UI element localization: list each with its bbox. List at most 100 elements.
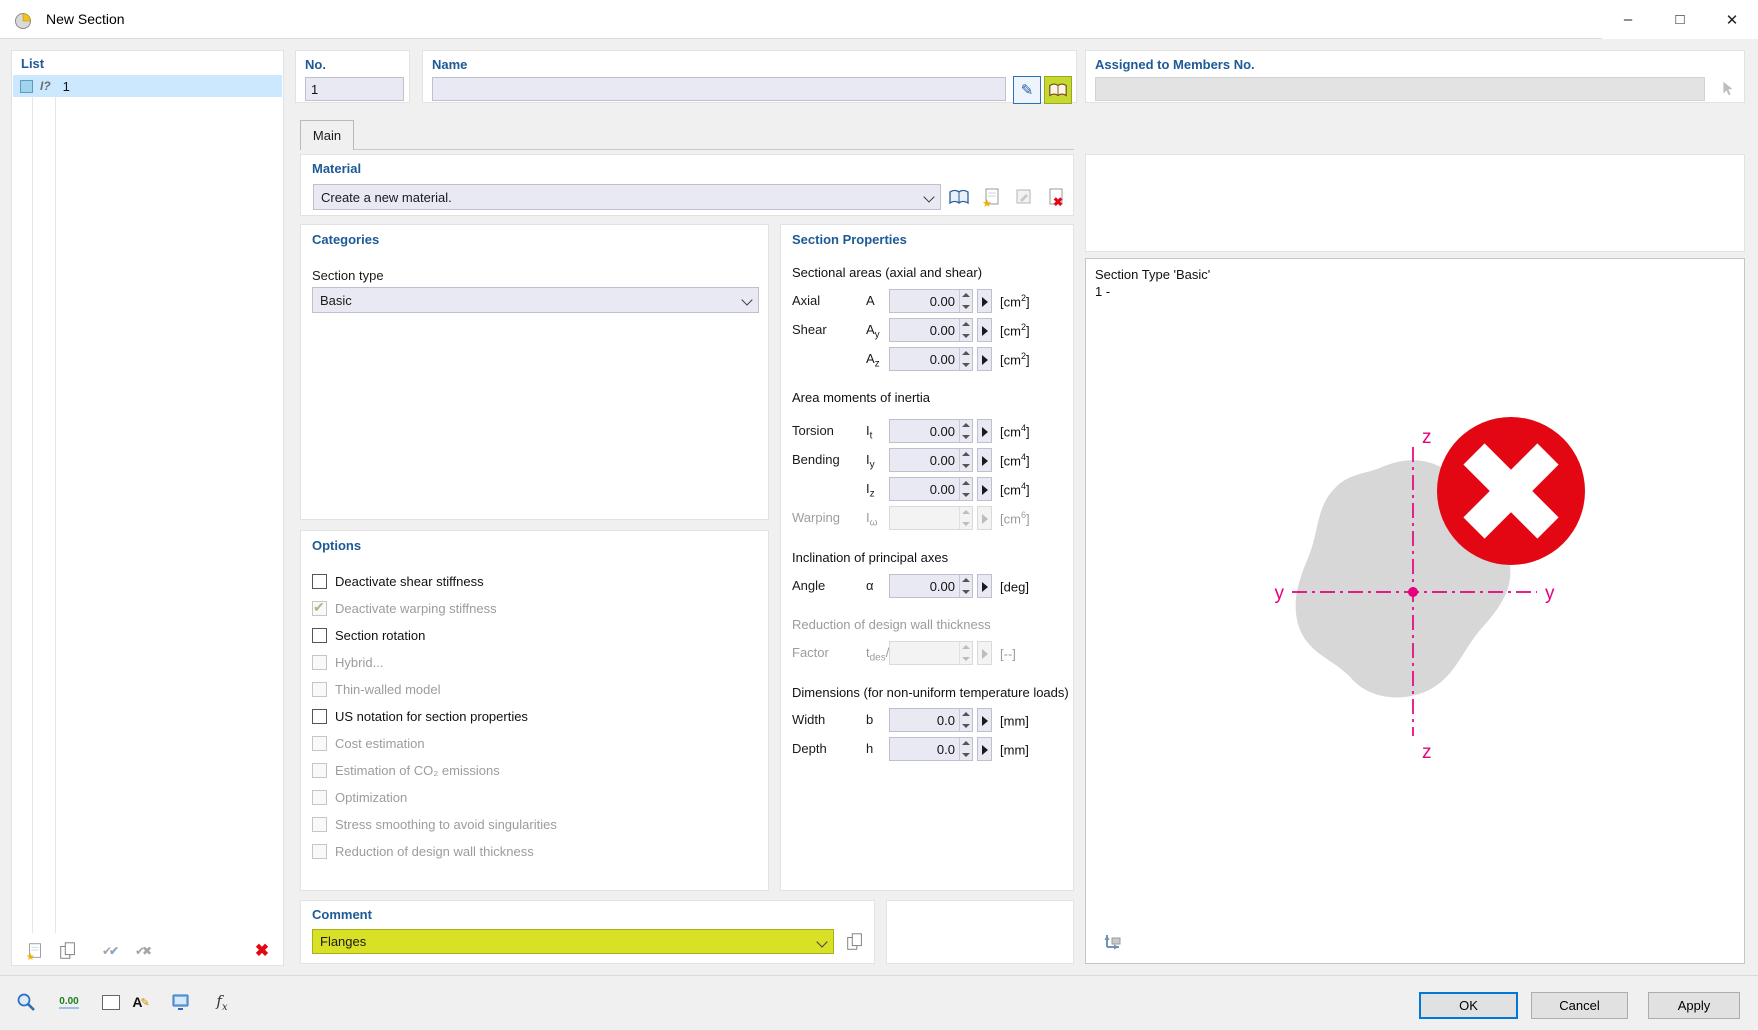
cancel-button[interactable]: Cancel (1531, 992, 1628, 1019)
spinner[interactable] (959, 348, 972, 370)
no-input[interactable] (305, 77, 404, 101)
property-value-input[interactable]: 0.00 (889, 318, 973, 342)
property-value-input[interactable]: 0.00 (889, 448, 973, 472)
section-list-panel: List I? 1 ★ ✔✔ ✔✖ ✖ (11, 50, 284, 966)
property-symbol: Iy (866, 452, 875, 471)
spinner-up-icon (960, 420, 972, 431)
font-settings-button[interactable]: A ✎ (128, 989, 154, 1015)
checkbox-label: Deactivate warping stiffness (335, 600, 497, 616)
list-header: List (21, 56, 45, 71)
group-title-inertia: Area moments of inertia (792, 390, 931, 405)
checkbox (312, 599, 327, 616)
property-row-factor: Factor tdes/t [--] (781, 641, 1073, 665)
property-value-input[interactable]: 0.00 (889, 574, 973, 598)
group-title-dimensions: Dimensions (for non-uniform temperature … (792, 685, 1069, 700)
copy-comment-button[interactable] (842, 929, 867, 954)
list-item[interactable]: I? 1 (13, 75, 282, 97)
option-us-notation[interactable]: US notation for section properties (312, 706, 528, 726)
checkbox (312, 735, 327, 751)
decimal-places-button[interactable]: 0.00 (56, 989, 82, 1015)
check-all-button[interactable]: ✔✔ (97, 939, 121, 963)
edit-name-button[interactable]: ✎ (1013, 76, 1041, 104)
step-button[interactable] (977, 448, 992, 472)
property-value-input[interactable]: 0.0 (889, 708, 973, 732)
copy-item-button[interactable] (56, 939, 80, 963)
spinner[interactable] (959, 738, 972, 760)
tab-main[interactable]: Main (300, 120, 354, 150)
display-color-button[interactable] (98, 989, 124, 1015)
section-properties-header: Section Properties (792, 232, 907, 247)
property-row-shear-ay: Shear Ay 0.00 [cm2] (781, 318, 1073, 342)
axis-z-label-bottom: z (1422, 742, 1432, 763)
step-button[interactable] (977, 347, 992, 371)
rendering-button[interactable] (168, 989, 194, 1015)
property-symbol: b (866, 712, 874, 727)
chevron-down-icon (817, 938, 827, 948)
step-button[interactable] (977, 708, 992, 732)
property-symbol: Iz (866, 481, 875, 500)
group-title-reduction: Reduction of design wall thickness (792, 617, 991, 632)
new-sheet-icon: ★ (26, 943, 41, 961)
section-properties-group: Section Properties Sectional areas (axia… (780, 224, 1074, 891)
spinner-down-icon (960, 749, 972, 760)
section-preview-graphic: y y z z (1275, 417, 1585, 763)
minimize-button[interactable]: – (1602, 0, 1654, 39)
property-value-input[interactable]: 0.0 (889, 737, 973, 761)
new-item-button[interactable]: ★ (23, 939, 47, 963)
option-section-rotation[interactable]: Section rotation (312, 625, 425, 645)
spinner-up-icon (960, 348, 972, 359)
spinner[interactable] (959, 449, 972, 471)
spinner[interactable] (959, 478, 972, 500)
step-button[interactable] (977, 737, 992, 761)
ok-button[interactable]: OK (1419, 992, 1518, 1019)
property-label: Bending (792, 452, 840, 467)
property-row-width: Width b 0.0 [mm] (781, 708, 1073, 732)
view-settings-button[interactable] (1099, 927, 1126, 954)
red-x-icon: ✖ (254, 941, 270, 960)
comment-dropdown[interactable]: Flanges (312, 929, 834, 954)
step-button[interactable] (977, 574, 992, 598)
copy-icon (846, 932, 862, 950)
material-dropdown[interactable]: Create a new material. (313, 184, 941, 210)
delete-material-button[interactable]: ✖ (1044, 184, 1069, 209)
apply-button[interactable]: Apply (1648, 992, 1740, 1019)
step-button[interactable] (977, 477, 992, 501)
checkbox[interactable] (312, 708, 327, 724)
material-library-button[interactable] (946, 184, 971, 209)
name-library-button[interactable] (1044, 76, 1072, 104)
step-button[interactable] (977, 289, 992, 313)
checkbox (312, 762, 327, 778)
spinner[interactable] (959, 420, 972, 442)
property-label: Shear (792, 322, 827, 337)
axis-y-label-right: y (1545, 583, 1555, 604)
new-material-button[interactable]: ★ (979, 184, 1004, 209)
maximize-button[interactable]: □ (1654, 0, 1706, 39)
delete-all-button[interactable]: ✖ (250, 939, 274, 963)
preview-header-panel (1085, 154, 1745, 252)
chevron-down-icon (742, 296, 752, 306)
close-button[interactable]: ✕ (1706, 0, 1758, 39)
selection-marker-icon (20, 79, 33, 93)
section-type-dropdown[interactable]: Basic (312, 287, 759, 313)
property-value-input[interactable]: 0.00 (889, 347, 973, 371)
checkbox[interactable] (312, 573, 327, 589)
formula-button[interactable]: fx (209, 989, 235, 1015)
name-input[interactable] (432, 77, 1006, 101)
find-section-button[interactable] (13, 989, 39, 1015)
checkbox-label: Thin-walled model (335, 681, 441, 697)
property-unit: [deg] (1000, 579, 1029, 595)
spinner[interactable] (959, 709, 972, 731)
step-button[interactable] (977, 318, 992, 342)
property-value-input[interactable]: 0.00 (889, 289, 973, 313)
spinner-up-icon (960, 709, 972, 720)
property-symbol: Iω (866, 510, 878, 529)
step-button[interactable] (977, 419, 992, 443)
spinner[interactable] (959, 319, 972, 341)
spinner[interactable] (959, 575, 972, 597)
property-value-input[interactable]: 0.00 (889, 419, 973, 443)
spinner[interactable] (959, 290, 972, 312)
option-deactivate-shear-stiffness[interactable]: Deactivate shear stiffness (312, 571, 484, 591)
uncheck-all-button[interactable]: ✔✖ (130, 939, 154, 963)
property-value-input[interactable]: 0.00 (889, 477, 973, 501)
checkbox[interactable] (312, 627, 327, 643)
